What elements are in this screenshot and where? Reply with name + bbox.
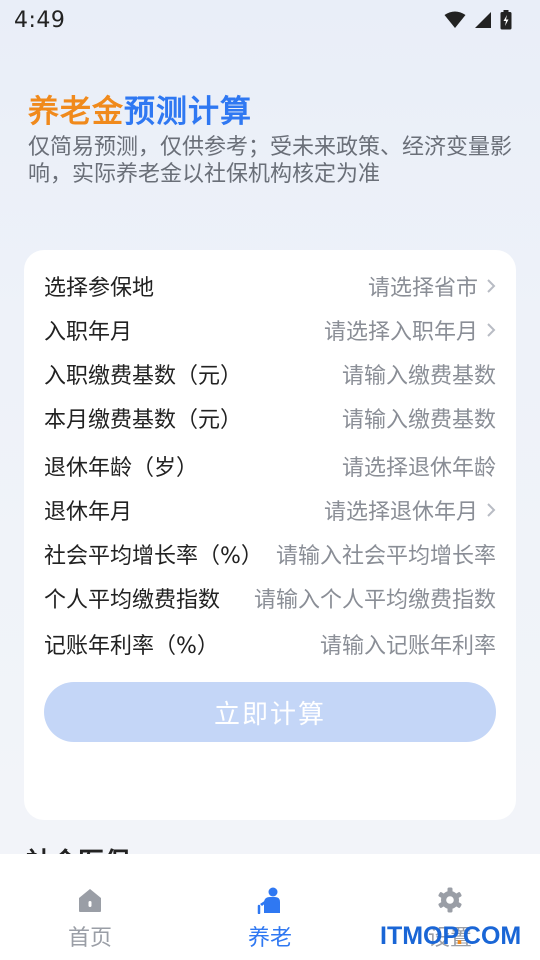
tab-home[interactable]: 首页 — [0, 854, 180, 960]
title-blue-part: 预测计算 — [124, 94, 252, 130]
status-bar: 4:49 — [0, 0, 540, 40]
form-row-label: 入职缴费基数（元） — [44, 364, 243, 389]
signal-icon — [475, 12, 491, 28]
chevron-right-icon — [487, 503, 496, 517]
form-row-interest-rate[interactable]: 记账年利率（%） 请输入记账年利率 — [44, 622, 496, 666]
watermark-dot: . — [455, 922, 463, 950]
growth-rate-input[interactable]: 请输入社会平均增长率 — [276, 538, 496, 570]
form-row-current-base[interactable]: 本月缴费基数（元） 请输入缴费基数 — [44, 396, 496, 440]
form-row-contribution-index[interactable]: 个人平均缴费指数 请输入个人平均缴费指数 — [44, 576, 496, 620]
chevron-right-icon — [487, 323, 496, 337]
page-title: 养老金预测计算 — [28, 86, 252, 131]
page-subtitle: 仅简易预测，仅供参考；受未来政策、经济变量影 响，实际养老金以社保机构核定为准 — [28, 134, 538, 188]
watermark-text: ITMOP — [380, 922, 456, 950]
wifi-icon — [444, 11, 466, 28]
interest-rate-input[interactable]: 请输入记账年利率 — [320, 628, 496, 660]
current-base-input[interactable]: 请输入缴费基数 — [342, 402, 496, 434]
gear-icon — [438, 887, 462, 913]
initial-base-input[interactable]: 请输入缴费基数 — [342, 358, 496, 390]
subtitle-line-2: 响，实际养老金以社保机构核定为准 — [28, 162, 381, 187]
form-row-label: 本月缴费基数（元） — [44, 408, 243, 433]
form-row-label: 退休年龄（岁） — [44, 456, 199, 481]
form-row-value[interactable]: 请选择入职年月 — [324, 314, 496, 346]
form-row-label: 选择参保地 — [44, 276, 155, 301]
form-row-retirement-age[interactable]: 退休年龄（岁） 请选择退休年龄 — [44, 444, 496, 488]
form-row-value[interactable]: 请选择省市 — [368, 270, 496, 302]
form-row-label: 记账年利率（%） — [44, 634, 219, 659]
status-icons — [444, 10, 512, 30]
watermark-text: COM — [462, 922, 522, 950]
tab-pension[interactable]: 养老 — [180, 854, 360, 960]
watermark-logo: ITMOP.COM — [380, 922, 521, 951]
form-row-initial-base[interactable]: 入职缴费基数（元） 请输入缴费基数 — [44, 352, 496, 396]
form-row-insured-location[interactable]: 选择参保地 请选择省市 — [44, 264, 496, 308]
form-row-label: 个人平均缴费指数 — [44, 588, 221, 613]
retirement-age-select[interactable]: 请选择退休年龄 — [342, 450, 496, 482]
form-row-label: 入职年月 — [44, 320, 133, 345]
elderly-person-icon — [257, 887, 280, 914]
title-orange-part: 养老金 — [28, 94, 124, 130]
subtitle-line-1: 仅简易预测，仅供参考；受未来政策、经济变量影 — [28, 135, 513, 160]
form-row-value[interactable]: 请选择退休年月 — [324, 494, 496, 526]
contribution-index-input[interactable]: 请输入个人平均缴费指数 — [254, 582, 496, 614]
home-icon — [79, 889, 101, 912]
status-time: 4:49 — [14, 7, 66, 33]
battery-icon — [500, 10, 512, 30]
form-row-label: 退休年月 — [44, 500, 133, 525]
form-row-employment-date[interactable]: 入职年月 请选择入职年月 — [44, 308, 496, 352]
form-row-retirement-date[interactable]: 退休年月 请选择退休年月 — [44, 488, 496, 532]
chevron-right-icon — [487, 279, 496, 293]
form-row-growth-rate[interactable]: 社会平均增长率（%） 请输入社会平均增长率 — [44, 532, 496, 576]
pension-form-card: 选择参保地 请选择省市 入职年月 请选择入职年月 入职缴费基数（元） 请输入缴费… — [24, 250, 516, 820]
calculate-button[interactable]: 立即计算 — [44, 682, 496, 742]
tab-label: 首页 — [67, 926, 112, 951]
tab-label: 养老 — [247, 926, 292, 951]
form-row-label: 社会平均增长率（%） — [44, 544, 263, 569]
